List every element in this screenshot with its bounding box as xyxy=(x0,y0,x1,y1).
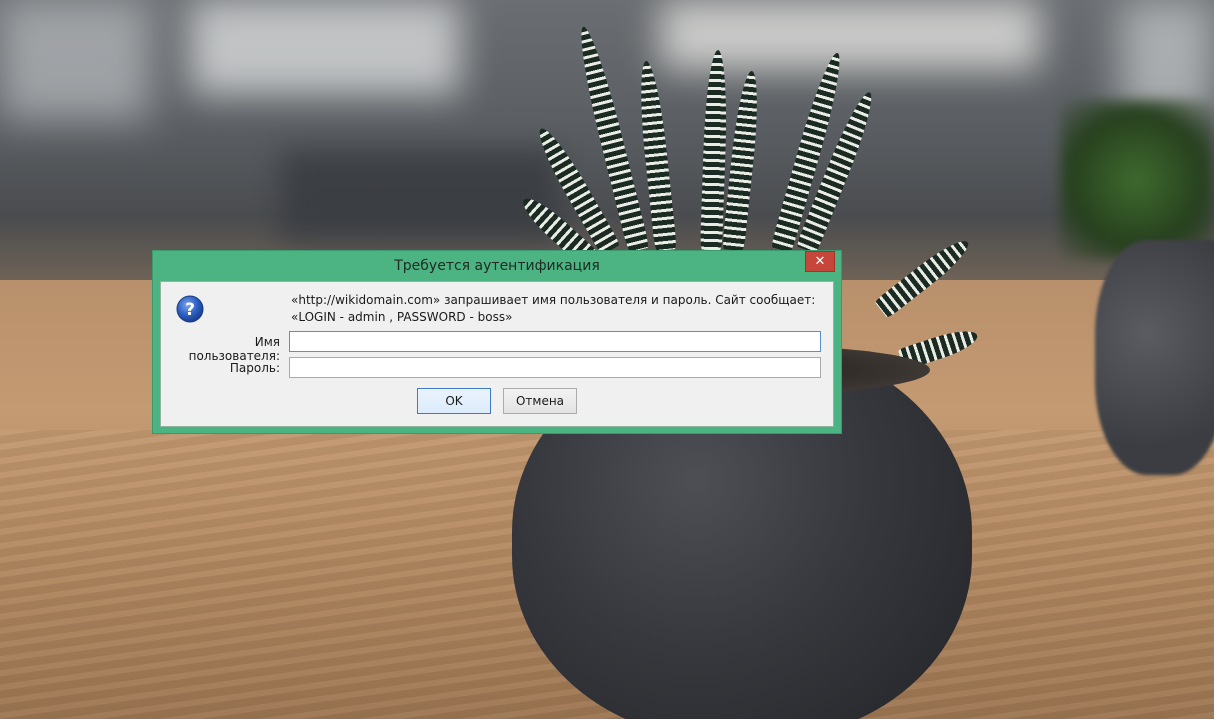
username-field[interactable] xyxy=(289,331,821,352)
small-pot xyxy=(1095,240,1214,475)
dialog-message: «http://wikidomain.com» запрашивает имя … xyxy=(291,293,816,324)
dialog-titlebar[interactable]: Требуется аутентификация ✕ xyxy=(153,251,841,281)
password-label: Пароль: xyxy=(229,361,280,375)
succulent-leaf xyxy=(722,69,763,252)
background-window-blur xyxy=(190,0,460,95)
background-plant-blur xyxy=(1060,100,1214,260)
background-sofa-blur xyxy=(280,150,560,240)
ok-button[interactable]: OK xyxy=(417,388,491,414)
close-button[interactable]: ✕ xyxy=(805,251,835,272)
username-label: Имя пользователя: xyxy=(188,335,280,363)
background-window-blur xyxy=(0,0,150,120)
dialog-body: ? «http://wikidomain.com» запрашивает им… xyxy=(160,281,834,427)
password-field[interactable] xyxy=(289,357,821,378)
desktop-background: Требуется аутентификация ✕ ? «http://wik… xyxy=(0,0,1214,719)
cancel-button[interactable]: Отмена xyxy=(503,388,577,414)
help-question-icon: ? xyxy=(176,295,204,323)
svg-text:?: ? xyxy=(185,300,195,320)
dialog-title: Требуется аутентификация xyxy=(394,258,600,274)
auth-dialog: Требуется аутентификация ✕ ? «http://wik… xyxy=(152,250,842,434)
